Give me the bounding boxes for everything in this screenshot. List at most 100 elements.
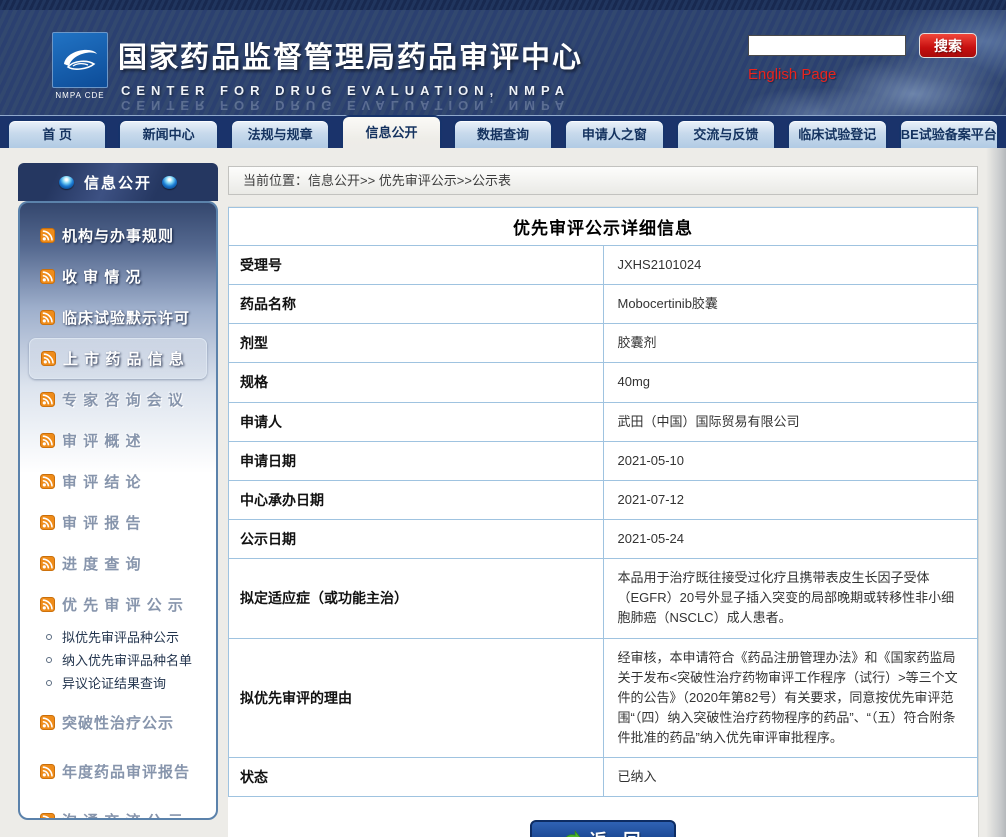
- sidebar-item-marketed-drug-info[interactable]: 上 市 药 品 信 息: [29, 338, 207, 379]
- field-label: 拟优先审评的理由: [229, 638, 604, 758]
- tab-clinical-trial-registry[interactable]: 临床试验登记: [787, 119, 887, 148]
- table-row: 中心承办日期2021-07-12: [229, 480, 978, 519]
- sidebar-item-breakthrough-therapy-publicity[interactable]: 突破性治疗公示: [20, 702, 216, 743]
- site-header: NMPA CDE 国家药品监督管理局药品审评中心 CENTER FOR DRUG…: [0, 10, 1006, 115]
- field-value: 武田（中国）国际贸易有限公司: [603, 402, 978, 441]
- tab-data-query[interactable]: 数据查询: [453, 119, 553, 148]
- bullet-icon: [46, 634, 52, 640]
- field-label: 中心承办日期: [229, 480, 604, 519]
- sidebar-item-label: 突破性治疗公示: [62, 712, 174, 733]
- sidebar-title: 信息公开: [84, 172, 152, 193]
- sidebar-item-included-priority-review-list[interactable]: 纳入优先审评品种名单: [20, 648, 216, 671]
- rss-icon: [40, 715, 55, 730]
- sidebar-item-label: 上 市 药 品 信 息: [63, 348, 185, 369]
- sidebar-item-clinical-trial-implied-license[interactable]: 临床试验默示许可: [20, 297, 216, 338]
- search-row: 搜索: [748, 33, 977, 58]
- back-button[interactable]: 返 回: [530, 820, 676, 837]
- nmpa-logo-icon: [52, 32, 108, 88]
- table-row: 剂型胶囊剂: [229, 324, 978, 363]
- back-button-label: 返 回: [590, 826, 647, 837]
- field-value: 2021-05-10: [603, 441, 978, 480]
- table-row: 拟定适应症（或功能主治）本品用于治疗既往接受过化疗且携带表皮生长因子受体（EGF…: [229, 559, 978, 638]
- sidebar-item-label: 收 审 情 况: [62, 266, 142, 287]
- breadcrumb: 当前位置：信息公开>> 优先审评公示>>公示表: [228, 166, 978, 195]
- sidebar-item-priority-review-publicity[interactable]: 优 先 审 评 公 示: [20, 584, 216, 625]
- rss-icon: [40, 474, 55, 489]
- field-label: 状态: [229, 758, 604, 797]
- sidebar-item-label: 审 评 概 述: [62, 430, 142, 451]
- table-row: 公示日期2021-05-24: [229, 519, 978, 558]
- sidebar-item-acceptance-review-status[interactable]: 收 审 情 况: [20, 256, 216, 297]
- sidebar-item-expert-consultation-meeting[interactable]: 专 家 咨 询 会 议: [20, 379, 216, 420]
- tab-communication-feedback[interactable]: 交流与反馈: [676, 119, 776, 148]
- field-value: 已纳入: [603, 758, 978, 797]
- sidebar-item-communication-publicity[interactable]: 沟 通 交 流 公 示: [20, 800, 216, 820]
- tab-regulations[interactable]: 法规与规章: [230, 119, 330, 148]
- page: NMPA CDE 国家药品监督管理局药品审评中心 CENTER FOR DRUG…: [0, 0, 1006, 837]
- sidebar: 信息公开 机构与办事规则收 审 情 况临床试验默示许可上 市 药 品 信 息专 …: [18, 163, 218, 820]
- field-value: 经审核，本申请符合《药品注册管理办法》和《国家药监局关于发布<突破性治疗药物审评…: [603, 638, 978, 758]
- sidebar-item-label: 拟优先审评品种公示: [62, 627, 179, 646]
- table-row: 申请人武田（中国）国际贸易有限公司: [229, 402, 978, 441]
- sidebar-item-review-overview[interactable]: 审 评 概 述: [20, 420, 216, 461]
- nmpa-logo[interactable]: NMPA CDE: [50, 32, 110, 100]
- sidebar-item-objection-result-query[interactable]: 异议论证结果查询: [20, 671, 216, 694]
- site-subtitle-reflection: CENTER FOR DRUG EVALUATION, NMPA: [121, 98, 583, 113]
- field-value: 胶囊剂: [603, 324, 978, 363]
- english-page-link[interactable]: English Page: [748, 66, 836, 83]
- table-row: 受理号JXHS2101024: [229, 246, 978, 285]
- page-title: 优先审评公示详细信息: [229, 208, 978, 246]
- orb-icon: [162, 176, 177, 189]
- detail-panel: 优先审评公示详细信息 受理号JXHS2101024药品名称Mobocertini…: [228, 207, 978, 837]
- field-value: 2021-07-12: [603, 480, 978, 519]
- search-button[interactable]: 搜索: [919, 33, 977, 58]
- field-value: Mobocertinib胶囊: [603, 285, 978, 324]
- logo-caption: NMPA CDE: [50, 91, 110, 100]
- field-label: 药品名称: [229, 285, 604, 324]
- detail-table: 优先审评公示详细信息 受理号JXHS2101024药品名称Mobocertini…: [228, 207, 978, 797]
- sidebar-item-progress-query[interactable]: 进 度 查 询: [20, 543, 216, 584]
- sidebar-item-label: 临床试验默示许可: [62, 307, 190, 328]
- sidebar-item-annual-drug-review-report[interactable]: 年度药品审评报告: [20, 751, 216, 792]
- sidebar-item-review-conclusion[interactable]: 审 评 结 论: [20, 461, 216, 502]
- tab-info-disclosure[interactable]: 信息公开: [341, 115, 441, 148]
- search-input[interactable]: [748, 35, 906, 56]
- field-label: 受理号: [229, 246, 604, 285]
- rss-icon: [40, 764, 55, 779]
- rss-icon: [40, 515, 55, 530]
- orb-icon: [59, 176, 74, 189]
- sidebar-item-review-report[interactable]: 审 评 报 告: [20, 502, 216, 543]
- sidebar-item-org-rules[interactable]: 机构与办事规则: [20, 215, 216, 256]
- sidebar-item-label: 异议论证结果查询: [62, 673, 166, 692]
- main-nav: 首 页新闻中心法规与规章信息公开数据查询申请人之窗交流与反馈临床试验登记 BE试验…: [0, 115, 1006, 148]
- sidebar-item-label: 机构与办事规则: [62, 225, 174, 246]
- bullet-icon: [46, 657, 52, 663]
- rss-icon: [40, 433, 55, 448]
- field-label: 申请人: [229, 402, 604, 441]
- header-titles: 国家药品监督管理局药品审评中心 CENTER FOR DRUG EVALUATI…: [118, 34, 583, 113]
- field-label: 拟定适应症（或功能主治）: [229, 559, 604, 638]
- table-row: 拟优先审评的理由经审核，本申请符合《药品注册管理办法》和《国家药监局关于发布<突…: [229, 638, 978, 758]
- sidebar-item-label: 进 度 查 询: [62, 553, 142, 574]
- rss-icon: [41, 351, 56, 366]
- sidebar-item-label: 专 家 咨 询 会 议: [62, 389, 184, 410]
- tab-be-trial-platform[interactable]: BE试验备案平台: [899, 119, 999, 148]
- main-content: 当前位置：信息公开>> 优先审评公示>>公示表 优先审评公示详细信息 受理号JX…: [228, 166, 978, 837]
- table-row: 规格40mg: [229, 363, 978, 402]
- field-label: 申请日期: [229, 441, 604, 480]
- table-row: 申请日期2021-05-10: [229, 441, 978, 480]
- header-right: 搜索 English Page: [748, 33, 977, 84]
- tab-news-center[interactable]: 新闻中心: [118, 119, 218, 148]
- sidebar-item-label: 沟 通 交 流 公 示: [62, 810, 184, 820]
- rss-icon: [40, 597, 55, 612]
- tab-applicant-window[interactable]: 申请人之窗: [564, 119, 664, 148]
- tab-home[interactable]: 首 页: [7, 119, 107, 148]
- site-subtitle: CENTER FOR DRUG EVALUATION, NMPA: [121, 83, 583, 98]
- rss-icon: [40, 556, 55, 571]
- sidebar-item-label: 审 评 报 告: [62, 512, 142, 533]
- site-title: 国家药品监督管理局药品审评中心: [118, 34, 583, 76]
- sidebar-item-label: 审 评 结 论: [62, 471, 142, 492]
- rss-icon: [40, 228, 55, 243]
- sidebar-item-proposed-priority-review-publicity[interactable]: 拟优先审评品种公示: [20, 625, 216, 648]
- table-row: 状态已纳入: [229, 758, 978, 797]
